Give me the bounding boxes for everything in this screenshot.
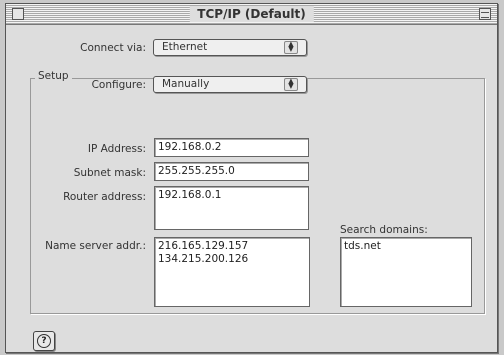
configure-value: Manually xyxy=(162,78,210,90)
connect-via-label: Connect via: xyxy=(80,42,146,54)
window-title: TCP/IP (Default) xyxy=(189,6,314,22)
subnet-mask-field[interactable]: 255.255.255.0 xyxy=(154,162,309,181)
search-domains-label: Search domains: xyxy=(340,224,428,236)
popup-arrows-icon: ▲ ▼ xyxy=(284,78,298,91)
ip-address-field[interactable]: 192.168.0.2 xyxy=(154,138,309,157)
configure-popup[interactable]: Manually ▲ ▼ xyxy=(153,76,307,93)
configure-label: Configure: xyxy=(91,79,146,91)
router-address-label: Router address: xyxy=(63,191,146,203)
help-icon: ? xyxy=(37,334,51,348)
subnet-mask-label: Subnet mask: xyxy=(73,167,146,179)
popup-arrows-icon: ▲ ▼ xyxy=(284,41,298,54)
tcpip-window: TCP/IP (Default) Connect via: Ethernet ▲… xyxy=(5,3,498,353)
close-box-icon[interactable] xyxy=(12,8,24,20)
ip-address-label: IP Address: xyxy=(87,143,146,155)
name-server-label: Name server addr.: xyxy=(45,240,146,252)
title-bar[interactable]: TCP/IP (Default) xyxy=(6,4,497,25)
connect-via-value: Ethernet xyxy=(162,41,208,53)
router-address-field[interactable]: 192.168.0.1 xyxy=(154,186,309,230)
name-server-field[interactable]: 216.165.129.157 134.215.200.126 xyxy=(154,237,310,307)
connect-via-popup[interactable]: Ethernet ▲ ▼ xyxy=(153,39,307,56)
help-button[interactable]: ? xyxy=(33,331,55,351)
search-domains-field[interactable]: tds.net xyxy=(340,237,472,307)
zoom-box-icon[interactable] xyxy=(479,8,491,20)
